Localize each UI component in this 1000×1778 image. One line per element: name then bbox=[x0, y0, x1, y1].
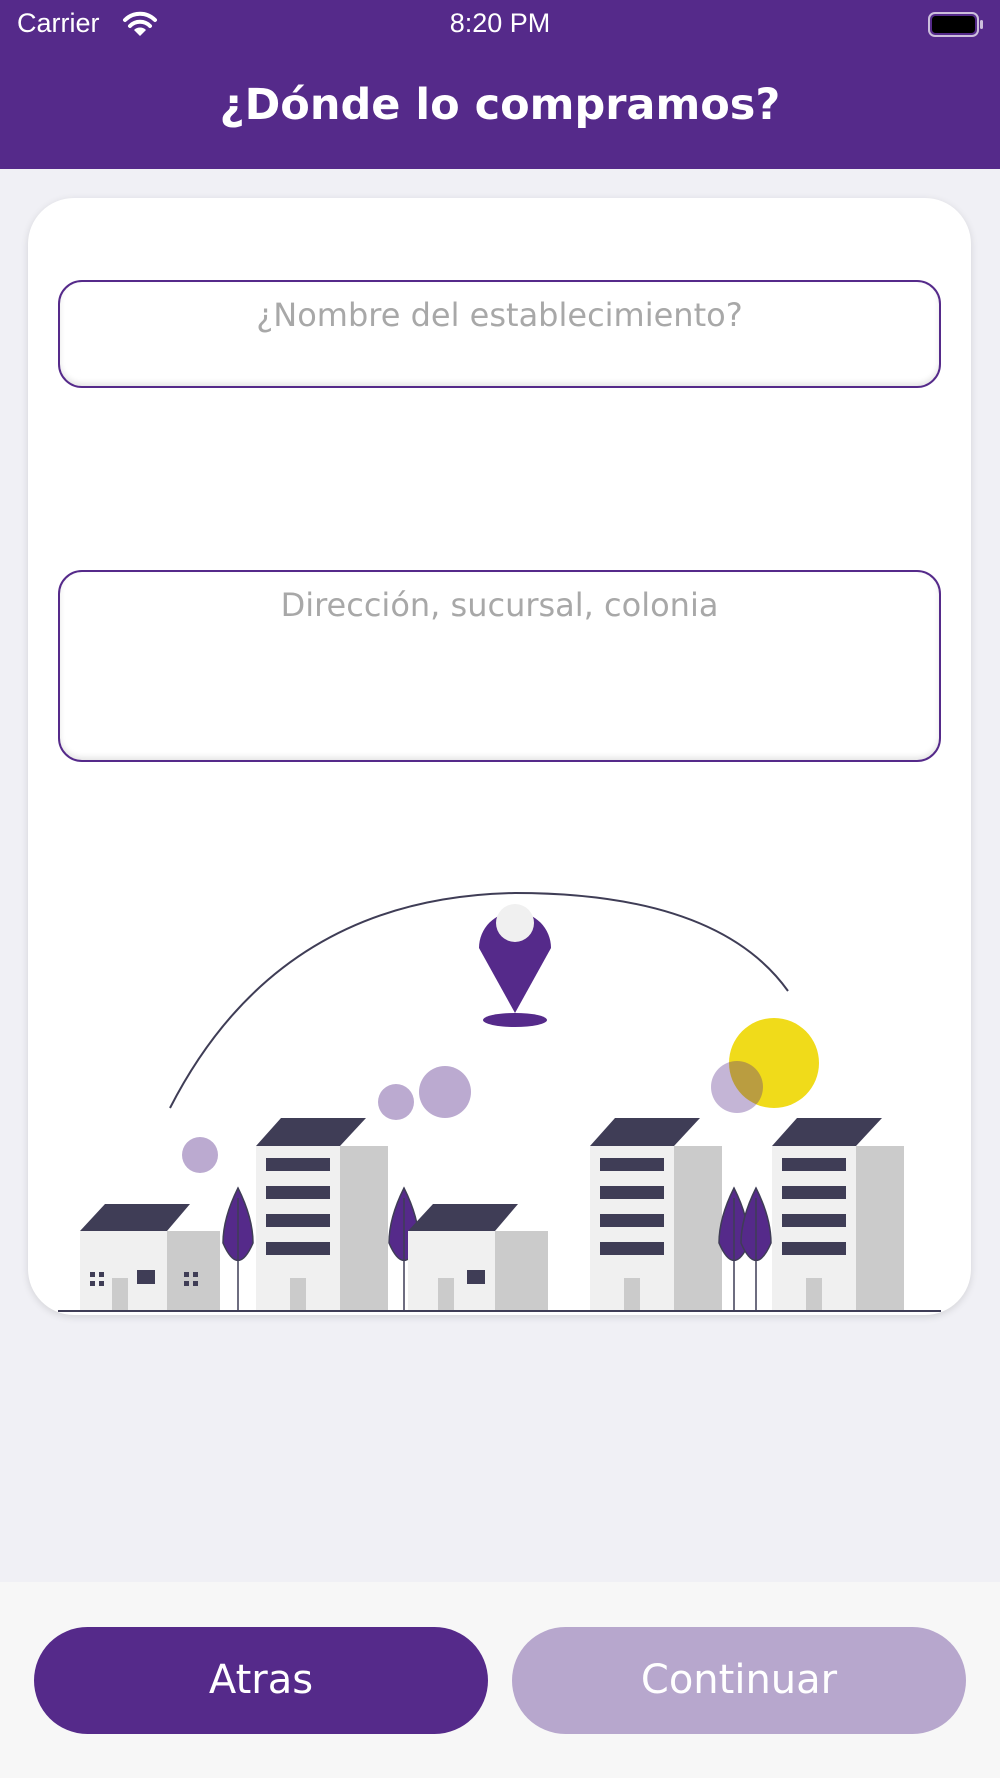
page-title: ¿Dónde lo compramos? bbox=[219, 80, 781, 130]
store-name-placeholder: ¿Nombre del establecimiento? bbox=[256, 296, 743, 334]
store-name-input[interactable]: ¿Nombre del establecimiento? bbox=[58, 280, 941, 388]
clock-time: 8:20 PM bbox=[449, 8, 551, 38]
house-left bbox=[80, 1204, 220, 1311]
building-2 bbox=[590, 1118, 722, 1311]
status-bar: Carrier 8:20 PM bbox=[0, 0, 1000, 50]
building-1 bbox=[256, 1118, 388, 1311]
location-pin-icon bbox=[479, 904, 551, 1027]
back-button[interactable]: Atras bbox=[34, 1627, 488, 1734]
form-card: ¿Nombre del establecimiento? Dirección, … bbox=[28, 198, 971, 1315]
bottom-action-bar: Atras Continuar bbox=[0, 1582, 1000, 1778]
battery-icon bbox=[928, 12, 983, 37]
house-middle bbox=[408, 1204, 548, 1311]
address-placeholder: Dirección, sucursal, colonia bbox=[280, 586, 719, 624]
city-location-illustration bbox=[58, 891, 941, 1312]
address-textarea[interactable]: Dirección, sucursal, colonia bbox=[58, 570, 941, 762]
building-3 bbox=[772, 1118, 904, 1311]
continue-button[interactable]: Continuar bbox=[512, 1627, 966, 1734]
header-bar: Carrier 8:20 PM ¿Dónde lo compramos? bbox=[0, 0, 1000, 169]
